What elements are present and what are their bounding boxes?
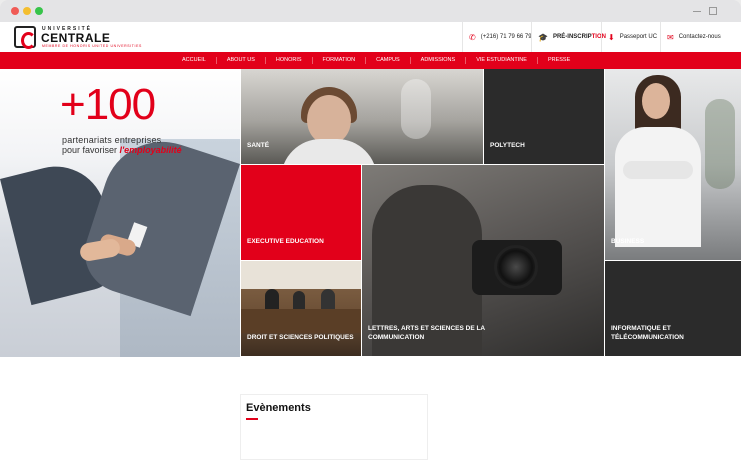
nav-item-formation[interactable]: FORMATION bbox=[313, 57, 367, 64]
graduation-cap-icon: 🎓 bbox=[538, 32, 548, 42]
passport-label: Passeport UC bbox=[619, 34, 658, 40]
tile-sante[interactable]: SANTÉ bbox=[241, 69, 483, 164]
close-window-icon[interactable] bbox=[11, 7, 19, 15]
tile-lettres-label: LETTRES, ARTS ET SCIENCES DE LA COMMUNICA… bbox=[368, 325, 486, 341]
tile-droit[interactable]: DROIT ET SCIENCES POLITIQUES bbox=[241, 261, 361, 356]
preinscription-link[interactable]: 🎓 PRÉ-INSCRIPTION bbox=[531, 22, 606, 52]
nav-item-vie-estudiantine[interactable]: VIE ESTUDIANTINE bbox=[466, 57, 538, 64]
tile-informatique-label: INFORMATIQUE ET TÉLÉCOMMUNICATION bbox=[611, 325, 684, 341]
maximize-window-icon[interactable] bbox=[35, 7, 43, 15]
tile-business[interactable]: BUSINESS bbox=[605, 69, 741, 260]
hero-banner[interactable]: +100 partenariats entreprises pour favor… bbox=[0, 69, 240, 357]
tile-droit-person-1 bbox=[265, 289, 279, 311]
mail-icon: ✉ bbox=[667, 32, 674, 42]
passport-link[interactable]: ⬇ Passeport UC bbox=[601, 22, 657, 52]
hero-tagline-2: pour favoriser l'employabilité bbox=[62, 145, 182, 155]
phone-number: (+216) 71 79 66 79 bbox=[480, 34, 532, 40]
minimize-window-icon[interactable] bbox=[23, 7, 31, 15]
phone-link[interactable]: ✆ (+216) 71 79 66 79 bbox=[462, 22, 532, 52]
tile-executive-education[interactable]: EXECUTIVE EDUCATION bbox=[241, 165, 361, 260]
nav-item-presse[interactable]: PRESSE bbox=[538, 57, 580, 64]
tile-polytech[interactable]: POLYTECH bbox=[484, 69, 604, 164]
site-header: UNIVERSITÉ CENTRALE MEMBRE DE HONORIS UN… bbox=[0, 22, 741, 52]
events-section: Evènements bbox=[240, 394, 428, 460]
tile-sante-coat bbox=[281, 139, 377, 164]
tile-droit-person-3 bbox=[321, 289, 335, 311]
tile-sante-face bbox=[307, 95, 351, 145]
tile-lettres-lens bbox=[494, 245, 538, 289]
main-navigation: ACCUEIL ABOUT US HONORIS FORMATION CAMPU… bbox=[0, 52, 741, 69]
tile-droit-person-2 bbox=[293, 291, 305, 311]
tile-business-shirt bbox=[615, 127, 701, 247]
nav-item-campus[interactable]: CAMPUS bbox=[366, 57, 411, 64]
tile-lettres-arts[interactable]: LETTRES, ARTS ET SCIENCES DE LA COMMUNICA… bbox=[362, 165, 604, 356]
tile-droit-wall bbox=[241, 261, 361, 289]
tile-business-plant bbox=[705, 99, 735, 189]
tile-business-arms bbox=[623, 161, 693, 179]
tile-business-label: BUSINESS bbox=[611, 238, 645, 245]
nav-item-honoris[interactable]: HONORIS bbox=[266, 57, 313, 64]
nav-item-admissions[interactable]: ADMISSIONS bbox=[411, 57, 467, 64]
nav-item-about-us[interactable]: ABOUT US bbox=[217, 57, 266, 64]
tile-sante-label: SANTÉ bbox=[247, 142, 270, 149]
hero-number: +100 bbox=[60, 80, 156, 129]
tile-business-face bbox=[642, 83, 670, 119]
tile-sante-bg-figure bbox=[401, 79, 431, 139]
contact-link[interactable]: ✉ Contactez-nous bbox=[660, 22, 721, 52]
phone-icon: ✆ bbox=[469, 32, 476, 42]
preinscription-label: PRÉ-INSCRIPTION bbox=[552, 34, 606, 40]
tile-informatique[interactable]: INFORMATIQUE ET TÉLÉCOMMUNICATION bbox=[605, 261, 741, 356]
download-icon: ⬇ bbox=[608, 32, 615, 42]
contact-label: Contactez-nous bbox=[678, 34, 721, 40]
logo-sub-text: MEMBRE DE HONORIS UNITED UNIVERSITIES bbox=[42, 44, 142, 48]
tile-droit-desk bbox=[241, 309, 361, 333]
events-title: Evènements bbox=[246, 402, 311, 414]
web-page: UNIVERSITÉ CENTRALE MEMBRE DE HONORIS UN… bbox=[0, 22, 741, 460]
events-title-underline bbox=[246, 418, 258, 420]
nav-item-accueil[interactable]: ACCUEIL bbox=[172, 57, 217, 64]
tile-executive-label: EXECUTIVE EDUCATION bbox=[247, 238, 324, 245]
minimize-icon[interactable] bbox=[693, 11, 701, 12]
logo-main-text: CENTRALE bbox=[41, 31, 111, 45]
tile-polytech-label: POLYTECH bbox=[490, 142, 525, 149]
tile-droit-label: DROIT ET SCIENCES POLITIQUES bbox=[247, 334, 354, 341]
browser-titlebar bbox=[0, 0, 741, 22]
restore-icon[interactable] bbox=[709, 7, 717, 15]
hero-tagline-1: partenariats entreprises bbox=[62, 135, 162, 145]
logo-emblem-icon bbox=[14, 26, 36, 49]
university-logo[interactable]: UNIVERSITÉ CENTRALE MEMBRE DE HONORIS UN… bbox=[14, 25, 141, 49]
